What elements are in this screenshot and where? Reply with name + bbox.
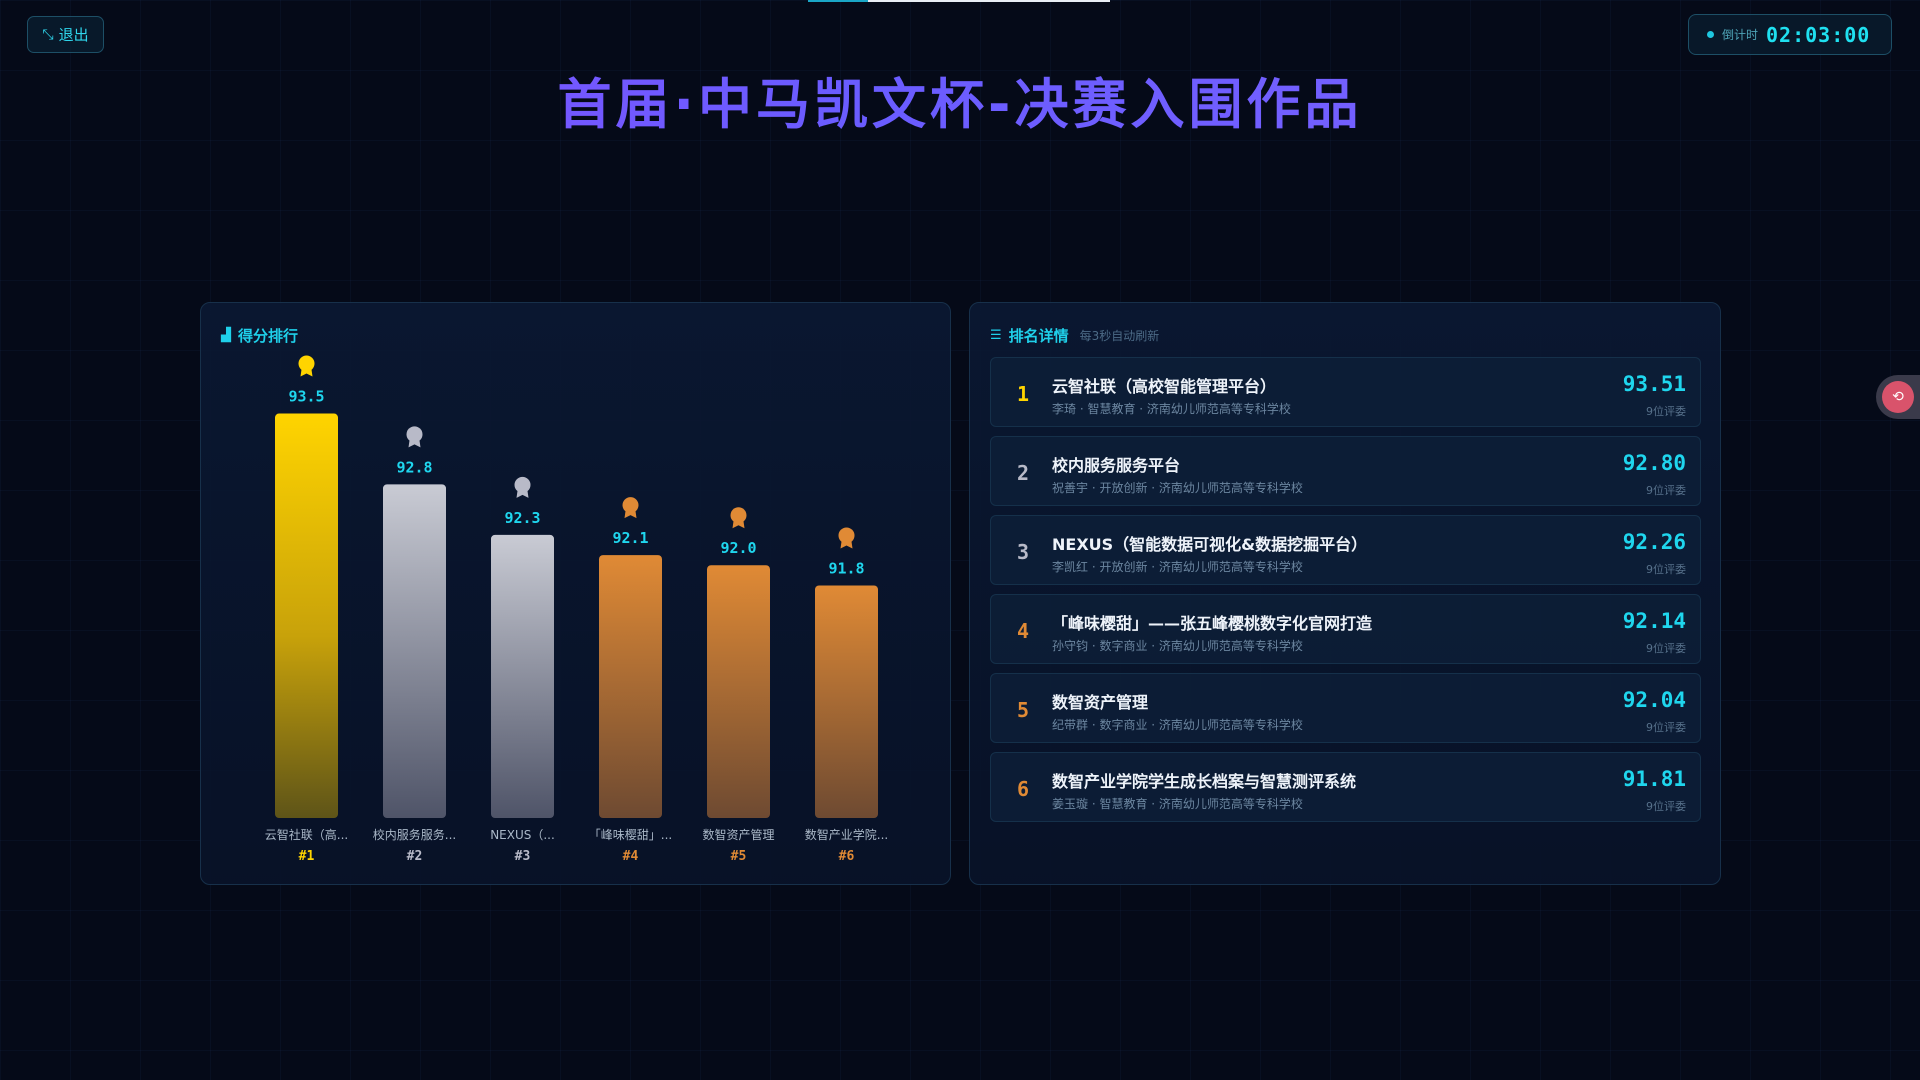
rank-label: #3 bbox=[515, 849, 531, 864]
medal-icon bbox=[406, 426, 423, 443]
ranking-row[interactable]: 3 NEXUS（智能数据可视化&数据挖掘平台） 李凯红 · 开放创新 · 济南幼… bbox=[990, 515, 1701, 585]
category-label: 数智资产管理 bbox=[702, 827, 774, 842]
ranking-row[interactable]: 6 数智产业学院学生成长档案与智慧测评系统 姜玉璇 · 智慧教育 · 济南幼儿师… bbox=[990, 752, 1701, 822]
score-ranking-title: 得分排行 bbox=[238, 327, 299, 345]
exit-fullscreen-button[interactable]: ⤡ 退出 bbox=[27, 16, 104, 53]
exit-label: 退出 bbox=[58, 26, 89, 44]
project-score: 92.04 bbox=[1622, 688, 1686, 712]
collapse-icon: ⤡ bbox=[42, 26, 54, 43]
project-name: 「峰味樱甜」——张五峰樱桃数字化官网打造 bbox=[1052, 614, 1373, 633]
score-bar[interactable] bbox=[815, 585, 878, 818]
score-bar[interactable] bbox=[275, 413, 338, 818]
rank-number: 2 bbox=[1017, 461, 1030, 485]
translate-widget[interactable]: ⟲ bbox=[1876, 375, 1920, 419]
medal-ribbon-icon bbox=[408, 440, 421, 448]
medal-ribbon-icon bbox=[732, 521, 745, 529]
ranking-detail-title: 排名详情 bbox=[1008, 327, 1069, 345]
category-label: 校内服务服务... bbox=[373, 827, 456, 842]
rank-number: 5 bbox=[1017, 698, 1030, 722]
project-score: 92.26 bbox=[1622, 530, 1686, 554]
category-label: 数智产业学院... bbox=[805, 827, 888, 842]
countdown-label: 倒计时 bbox=[1722, 28, 1759, 42]
medal-icon bbox=[838, 527, 855, 544]
category-label: 「峰味樱甜」... bbox=[589, 827, 672, 842]
medal-icon bbox=[730, 507, 747, 524]
translate-icon: ⟲ bbox=[1882, 381, 1914, 413]
countdown-timer: 倒计时 02:03:00 bbox=[1688, 14, 1892, 55]
bar-value-label: 91.8 bbox=[828, 559, 864, 577]
rank-label: #2 bbox=[407, 849, 423, 864]
rank-number: 4 bbox=[1017, 619, 1030, 643]
project-meta: 李琦 · 智慧教育 · 济南幼儿师范高等专科学校 bbox=[1052, 402, 1291, 416]
medal-ribbon-icon bbox=[624, 511, 637, 519]
ranking-row[interactable]: 2 校内服务服务平台 祝善宇 · 开放创新 · 济南幼儿师范高等专科学校 92.… bbox=[990, 436, 1701, 506]
project-score: 91.81 bbox=[1622, 767, 1686, 791]
ranking-row[interactable]: 4 「峰味樱甜」——张五峰樱桃数字化官网打造 孙守钧 · 数字商业 · 济南幼儿… bbox=[990, 594, 1701, 664]
bar-value-label: 92.0 bbox=[720, 539, 756, 557]
project-name: 云智社联（高校智能管理平台） bbox=[1052, 377, 1277, 396]
judge-count: 9位评委 bbox=[1646, 800, 1686, 813]
project-name: 数智产业学院学生成长档案与智慧测评系统 bbox=[1052, 772, 1357, 791]
score-bar[interactable] bbox=[599, 555, 662, 818]
score-bar-chart: 93.5 云智社联（高... #1 92.8 校内服务服务... #2 92.3 NEXUS（… bbox=[265, 355, 888, 864]
category-label: 云智社联（高... bbox=[265, 827, 348, 842]
ranking-row[interactable]: 1 云智社联（高校智能管理平台） 李琦 · 智慧教育 · 济南幼儿师范高等专科学… bbox=[990, 357, 1701, 427]
judge-count: 9位评委 bbox=[1646, 563, 1686, 576]
project-name: 校内服务服务平台 bbox=[1052, 456, 1181, 475]
rank-number: 1 bbox=[1017, 382, 1030, 406]
rank-label: #6 bbox=[839, 849, 855, 864]
rank-label: #4 bbox=[623, 849, 639, 864]
project-meta: 李凯红 · 开放创新 · 济南幼儿师范高等专科学校 bbox=[1052, 560, 1303, 574]
score-ranking-header: ▟ 得分排行 bbox=[221, 325, 298, 346]
project-score: 93.51 bbox=[1622, 372, 1686, 396]
auto-refresh-note: 每3秒自动刷新 bbox=[1079, 329, 1160, 343]
medal-icon bbox=[298, 355, 315, 372]
project-score: 92.14 bbox=[1622, 609, 1686, 633]
ranking-detail-panel: ☰ 排名详情 每3秒自动刷新 1 云智社联（高校智能管理平台） 李琦 · 智慧教… bbox=[969, 302, 1721, 885]
project-score: 92.80 bbox=[1622, 451, 1686, 475]
ranking-detail-header: ☰ 排名详情 每3秒自动刷新 bbox=[990, 325, 1159, 346]
project-name: 数智资产管理 bbox=[1052, 693, 1149, 712]
score-bar[interactable] bbox=[707, 565, 770, 818]
project-name: NEXUS（智能数据可视化&数据挖掘平台） bbox=[1052, 535, 1368, 554]
medal-ribbon-icon bbox=[300, 369, 313, 377]
page-title: 首届·中马凯文杯-决赛入围作品 bbox=[0, 60, 1920, 139]
score-bar[interactable] bbox=[491, 534, 554, 818]
project-meta: 祝善宇 · 开放创新 · 济南幼儿师范高等专科学校 bbox=[1052, 481, 1303, 495]
bar-value-label: 92.8 bbox=[396, 458, 432, 476]
bar-value-label: 92.1 bbox=[612, 529, 648, 547]
project-meta: 孙守钧 · 数字商业 · 济南幼儿师范高等专科学校 bbox=[1052, 639, 1303, 653]
bar-value-label: 93.5 bbox=[288, 388, 324, 406]
medal-ribbon-icon bbox=[840, 541, 853, 549]
list-icon: ☰ bbox=[990, 328, 1002, 343]
category-label: NEXUS（... bbox=[490, 828, 555, 842]
countdown-time: 02:03:00 bbox=[1766, 22, 1871, 47]
top-progress-line bbox=[808, 0, 1110, 2]
bar-value-label: 92.3 bbox=[504, 509, 540, 527]
score-ranking-panel: 93.5 云智社联（高... #1 92.8 校内服务服务... #2 92.3 NEXUS（… bbox=[200, 302, 951, 885]
judge-count: 9位评委 bbox=[1646, 721, 1686, 734]
bar-chart-icon: ▟ bbox=[221, 328, 231, 343]
score-bar[interactable] bbox=[383, 484, 446, 818]
ranking-row[interactable]: 5 数智资产管理 纪带群 · 数字商业 · 济南幼儿师范高等专科学校 92.04… bbox=[990, 673, 1701, 743]
medal-icon bbox=[622, 497, 639, 514]
judge-count: 9位评委 bbox=[1646, 642, 1686, 655]
rank-label: #5 bbox=[731, 849, 747, 864]
project-meta: 姜玉璇 · 智慧教育 · 济南幼儿师范高等专科学校 bbox=[1052, 797, 1303, 811]
status-dot-icon bbox=[1707, 31, 1714, 38]
medal-ribbon-icon bbox=[516, 490, 529, 498]
ranking-list: 1 云智社联（高校智能管理平台） 李琦 · 智慧教育 · 济南幼儿师范高等专科学… bbox=[990, 357, 1701, 831]
project-meta: 纪带群 · 数字商业 · 济南幼儿师范高等专科学校 bbox=[1052, 718, 1303, 732]
judge-count: 9位评委 bbox=[1646, 405, 1686, 418]
judge-count: 9位评委 bbox=[1646, 484, 1686, 497]
medal-icon bbox=[514, 476, 531, 493]
rank-label: #1 bbox=[299, 849, 315, 864]
rank-number: 6 bbox=[1017, 777, 1030, 801]
rank-number: 3 bbox=[1017, 540, 1030, 564]
